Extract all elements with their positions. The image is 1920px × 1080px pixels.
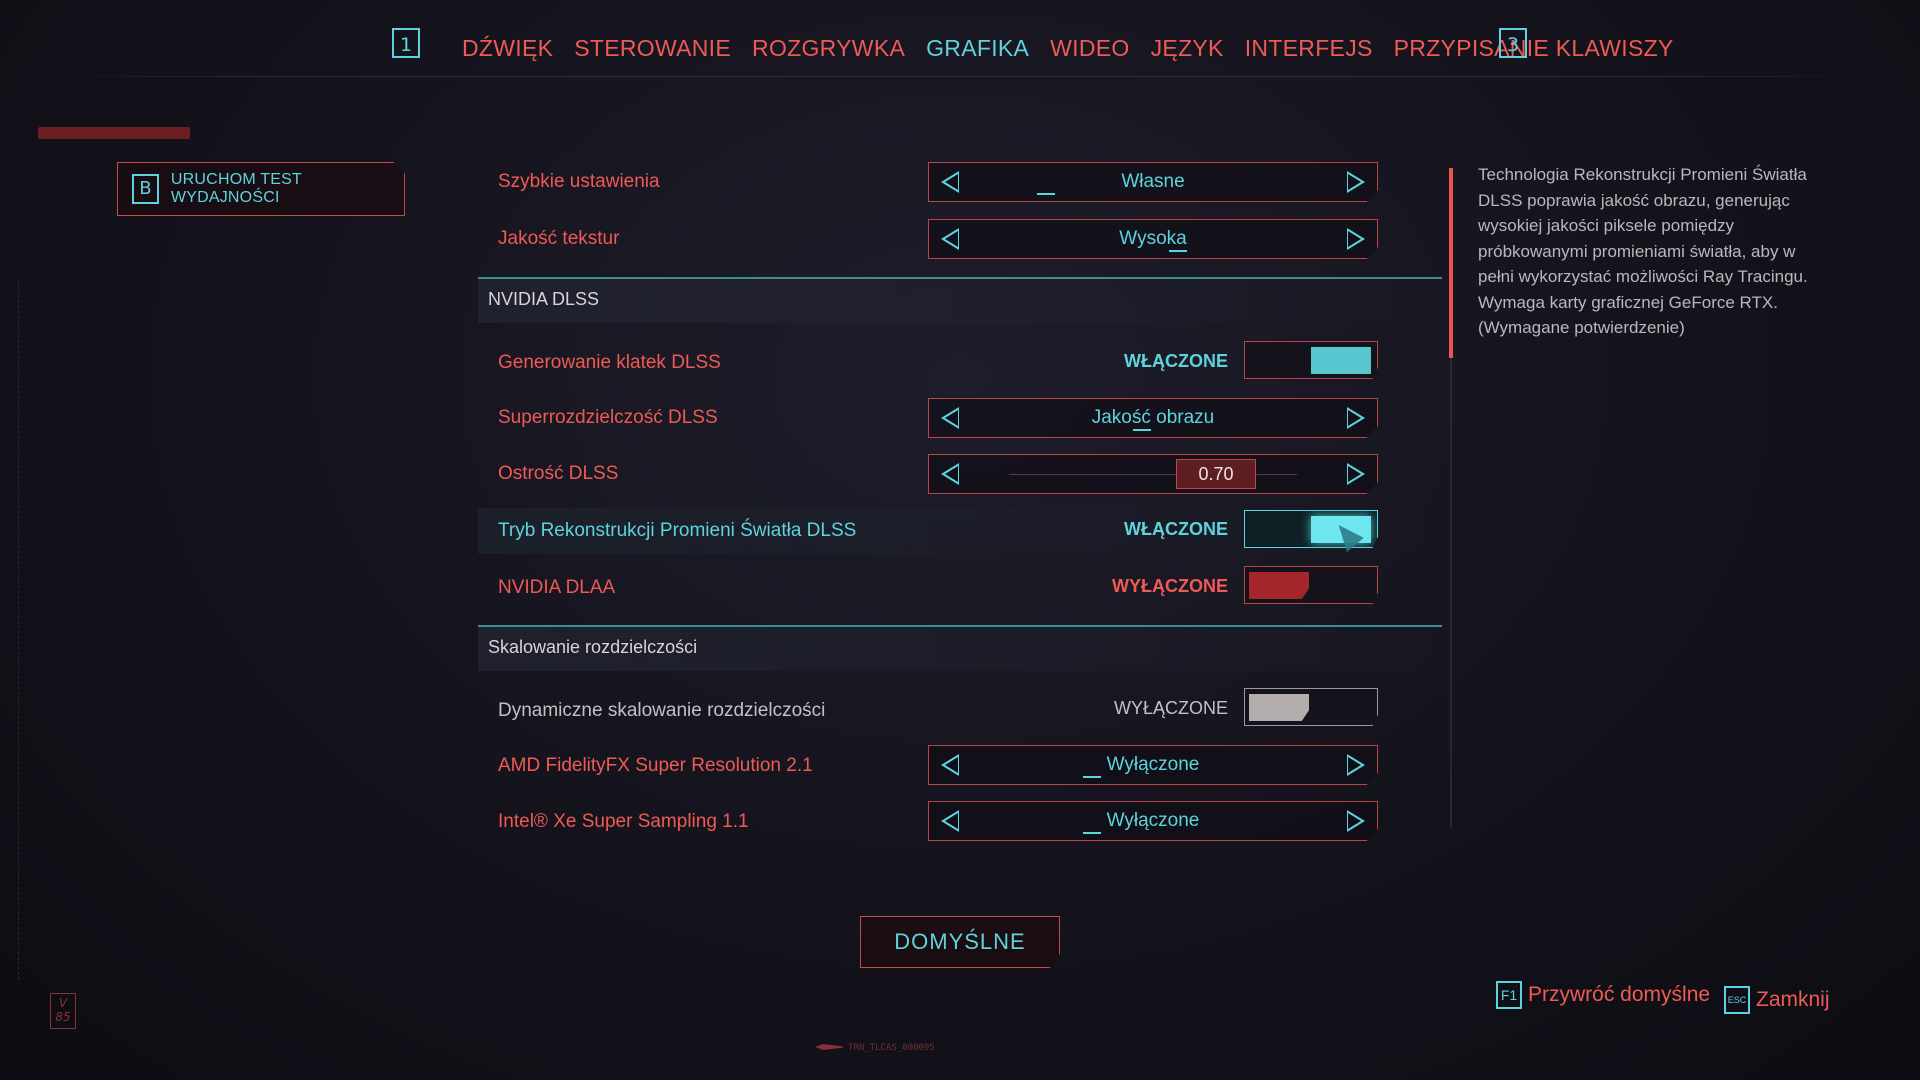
- fsr-value: Wyłączone: [1106, 754, 1200, 775]
- arrow-right-icon[interactable]: [1347, 810, 1365, 832]
- option-indicator: [1037, 193, 1055, 195]
- section-title: Skalowanie rozdzielczości: [488, 637, 698, 657]
- dlaa-label: NVIDIA DLAA: [498, 577, 616, 598]
- frame-gen-label: Generowanie klatek DLSS: [498, 352, 721, 373]
- toggle-knob: [1311, 347, 1371, 374]
- tab-sound[interactable]: DŹWIĘK: [462, 30, 553, 66]
- setting-description: Technologia Rekonstrukcji Promieni Świat…: [1478, 165, 1808, 337]
- f1-key: F1: [1496, 981, 1522, 1009]
- tab-interface[interactable]: INTERFEJS: [1245, 30, 1373, 66]
- tab-controls[interactable]: STEROWANIE: [574, 30, 731, 66]
- option-indicator: [1133, 429, 1151, 431]
- tab-video[interactable]: WIDEO: [1050, 30, 1129, 66]
- tab-graphics[interactable]: GRAFIKA: [926, 30, 1029, 66]
- dlaa-state: WYŁĄCZONE: [1112, 576, 1228, 596]
- option-indicator: [1083, 832, 1101, 834]
- footer-code: TRN_TLCAS_000095: [848, 1043, 935, 1053]
- toggle-knob: [1249, 572, 1309, 599]
- section-header-dlss: NVIDIA DLSS: [478, 277, 1442, 323]
- section-header-scaling: Skalowanie rozdzielczości: [478, 625, 1442, 671]
- fsr-selector[interactable]: Wyłączone: [928, 745, 1378, 785]
- quick-settings-value: Własne: [1121, 171, 1185, 192]
- super-res-label: Superrozdzielczość DLSS: [498, 407, 718, 428]
- option-indicator: [1169, 250, 1187, 252]
- texture-quality-label: Jakość tekstur: [498, 228, 620, 249]
- arrow-right-icon[interactable]: [1347, 171, 1365, 193]
- super-res-selector[interactable]: Jakość obrazu: [928, 398, 1378, 438]
- close-label: Zamknij: [1756, 988, 1830, 1011]
- super-res-value: Jakość obrazu: [1091, 407, 1215, 428]
- toggle-knob: [1249, 694, 1309, 721]
- esc-key: ESC: [1724, 986, 1750, 1014]
- top-divider: [40, 76, 1880, 77]
- slider-handle[interactable]: 0.70: [1176, 459, 1256, 489]
- header-status-bar: [38, 127, 190, 139]
- section-title: NVIDIA DLSS: [488, 289, 600, 309]
- benchmark-key: B: [132, 174, 159, 204]
- benchmark-label: URUCHOM TEST WYDAJNOŚCI: [170, 171, 302, 206]
- close-hint[interactable]: ESC Zamknij: [1724, 986, 1830, 1014]
- dynamic-scaling-toggle[interactable]: [1244, 688, 1378, 726]
- arrow-right-icon[interactable]: [1347, 228, 1365, 250]
- option-indicator: [1083, 776, 1101, 778]
- arrow-right-icon[interactable]: [1347, 463, 1365, 485]
- footer-arrow-icon: [815, 1044, 843, 1050]
- tab-language[interactable]: JĘZYK: [1151, 30, 1224, 66]
- defaults-button[interactable]: DOMYŚLNE: [860, 916, 1060, 968]
- fsr-label: AMD FidelityFX Super Resolution 2.1: [498, 755, 813, 776]
- prev-tab-key[interactable]: 1: [392, 28, 420, 58]
- quick-settings-selector[interactable]: Własne: [928, 162, 1378, 202]
- restore-defaults-hint[interactable]: F1 Przywróć domyślne: [1496, 981, 1710, 1009]
- arrow-left-icon[interactable]: [941, 463, 959, 485]
- sharpness-slider[interactable]: 0.70: [928, 454, 1378, 494]
- xess-label: Intel® Xe Super Sampling 1.1: [498, 811, 749, 832]
- frame-gen-state: WŁĄCZONE: [1124, 351, 1228, 371]
- dynamic-scaling-state: WYŁĄCZONE: [1113, 698, 1228, 718]
- tab-key-bindings[interactable]: PRZYPISANIE KLAWISZY: [1394, 30, 1674, 66]
- arrow-right-icon[interactable]: [1347, 407, 1365, 429]
- arrow-right-icon[interactable]: [1347, 754, 1365, 776]
- restore-defaults-label: Przywróć domyślne: [1528, 983, 1711, 1006]
- xess-selector[interactable]: Wyłączone: [928, 801, 1378, 841]
- description-accent-bar: [1449, 168, 1453, 358]
- description-divider: [1450, 358, 1452, 828]
- quick-settings-label: Szybkie ustawienia: [498, 171, 660, 192]
- xess-value: Wyłączone: [1106, 810, 1200, 831]
- ray-recon-label: Tryb Rekonstrukcji Promieni Światła DLSS: [498, 520, 857, 541]
- tab-gameplay[interactable]: ROZGRYWKA: [752, 30, 905, 66]
- dlaa-toggle[interactable]: [1244, 566, 1378, 604]
- sharpness-label: Ostrość DLSS: [498, 463, 619, 484]
- run-benchmark-button[interactable]: B URUCHOM TEST WYDAJNOŚCI: [117, 162, 405, 216]
- texture-quality-value: Wysoka: [1119, 228, 1187, 249]
- ray-recon-state: WŁĄCZONE: [1124, 519, 1228, 539]
- left-edge-decoration: [18, 280, 21, 980]
- dynamic-scaling-label: Dynamiczne skalowanie rozdzielczości: [498, 700, 826, 721]
- frame-gen-toggle[interactable]: [1244, 341, 1378, 379]
- texture-quality-selector[interactable]: Wysoka: [928, 219, 1378, 259]
- version-badge: V 85: [50, 993, 76, 1029]
- next-tab-key[interactable]: 3: [1499, 28, 1527, 58]
